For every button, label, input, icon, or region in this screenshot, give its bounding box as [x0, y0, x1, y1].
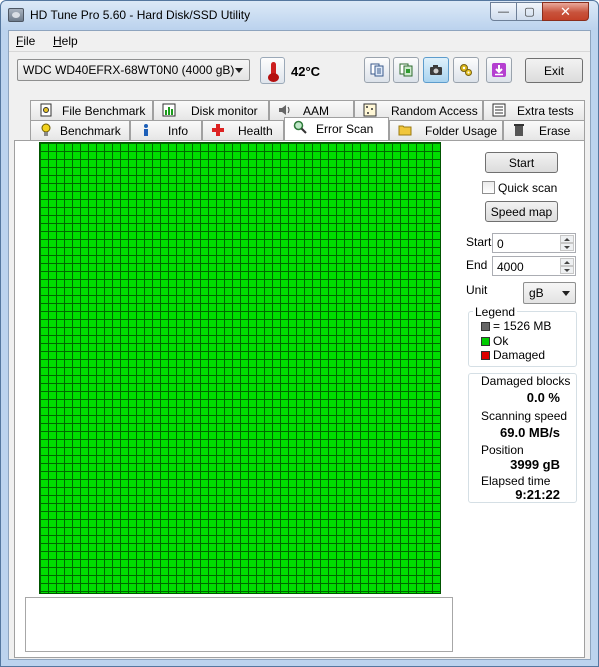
magnifier-icon	[293, 120, 307, 134]
damaged-swatch	[481, 351, 490, 360]
spin-down-icon[interactable]	[560, 266, 574, 274]
unit-select[interactable]: gB	[523, 282, 576, 304]
benchmark-bulb-icon	[41, 123, 51, 136]
legend-ok: Ok	[493, 334, 509, 348]
scan-log-box[interactable]	[25, 597, 453, 652]
title-bar[interactable]: HD Tune Pro 5.60 - Hard Disk/SSD Utility…	[1, 1, 598, 29]
drive-select-value: WDC WD40EFRX-68WT0N0 (4000 gB)	[23, 63, 235, 77]
tab-file-benchmark[interactable]: File Benchmark	[30, 100, 153, 120]
elapsed-time-label: Elapsed time	[481, 474, 551, 488]
trash-icon	[514, 124, 524, 136]
end-input[interactable]: 4000	[492, 256, 576, 276]
tab-disk-monitor[interactable]: Disk monitor	[153, 100, 269, 120]
info-icon	[144, 124, 148, 136]
folder-icon	[398, 125, 412, 136]
block-swatch	[481, 322, 490, 331]
spin-up-icon[interactable]	[560, 235, 574, 243]
app-window: HD Tune Pro 5.60 - Hard Disk/SSD Utility…	[0, 0, 599, 667]
tab-info[interactable]: Info	[130, 120, 202, 140]
start-field-label: Start	[466, 235, 492, 249]
tab-health[interactable]: Health	[202, 120, 284, 140]
toolbar-divider	[9, 51, 590, 52]
legend-damaged: Damaged	[493, 348, 546, 362]
damaged-blocks-label: Damaged blocks	[481, 374, 571, 388]
copy-screenshot-button[interactable]	[393, 57, 419, 83]
quick-scan-label[interactable]: Quick scan	[498, 181, 557, 195]
end-field-label: End	[466, 258, 488, 272]
minimize-button[interactable]: —	[490, 2, 517, 21]
scan-block-grid	[39, 142, 441, 594]
start-scan-button[interactable]: Start	[485, 152, 558, 173]
chevron-down-icon	[235, 68, 243, 73]
copy-screenshot-icon	[399, 63, 413, 77]
elapsed-time-value: 9:21:22	[515, 487, 560, 502]
copy-text-icon	[370, 63, 384, 77]
options-icon	[460, 64, 472, 76]
temperature-readout: 42°C	[291, 64, 321, 79]
unit-label: Unit	[466, 283, 488, 297]
damaged-blocks-value: 0.0 %	[526, 390, 560, 405]
screenshot-camera-icon	[430, 65, 442, 75]
disk-monitor-icon	[162, 103, 176, 117]
tab-erase[interactable]: Erase	[503, 120, 585, 140]
tab-folder-usage[interactable]: Folder Usage	[389, 120, 503, 140]
ok-swatch	[481, 337, 490, 346]
speaker-icon	[279, 105, 290, 115]
hdd-app-icon[interactable]	[8, 8, 24, 22]
position-value: 3999 gB	[510, 457, 560, 472]
screenshot-button[interactable]	[423, 57, 449, 83]
drive-select[interactable]: WDC WD40EFRX-68WT0N0 (4000 gB)	[17, 59, 250, 81]
start-input[interactable]: 0	[492, 233, 576, 253]
menu-file[interactable]: File	[16, 34, 35, 48]
chevron-down-icon	[562, 291, 570, 296]
menu-bar: File Help	[9, 31, 590, 51]
spin-up-icon[interactable]	[560, 258, 574, 266]
save-button[interactable]	[486, 57, 512, 83]
spin-down-icon[interactable]	[560, 243, 574, 251]
legend-block-size: = 1526 MB	[493, 319, 552, 333]
copy-text-button[interactable]	[364, 57, 390, 83]
position-label: Position	[481, 443, 524, 457]
random-access-icon	[363, 103, 377, 117]
menu-help[interactable]: Help	[53, 34, 78, 48]
scanning-speed-label: Scanning speed	[481, 409, 568, 423]
tab-error-scan[interactable]: Error Scan	[284, 117, 389, 140]
speed-map-button[interactable]: Speed map	[485, 201, 558, 222]
extra-tests-icon	[492, 103, 506, 117]
legend-title: Legend	[473, 305, 518, 319]
maximize-button[interactable]: ▢	[516, 2, 543, 21]
quick-scan-checkbox[interactable]	[482, 181, 495, 194]
tab-extra-tests[interactable]: Extra tests	[483, 100, 585, 120]
tab-benchmark[interactable]: Benchmark	[30, 120, 130, 140]
close-button[interactable]: ✕	[542, 2, 589, 21]
save-download-icon	[492, 63, 506, 77]
file-benchmark-icon	[40, 103, 52, 117]
client-area: File Help WDC WD40EFRX-68WT0N0 (4000 gB)…	[8, 30, 591, 660]
thermometer-icon	[260, 57, 285, 84]
exit-button[interactable]: Exit	[525, 58, 583, 83]
options-button[interactable]	[453, 57, 479, 83]
scanning-speed-value: 69.0 MB/s	[500, 425, 560, 440]
window-title: HD Tune Pro 5.60 - Hard Disk/SSD Utility	[30, 8, 251, 22]
health-cross-icon	[212, 124, 224, 136]
